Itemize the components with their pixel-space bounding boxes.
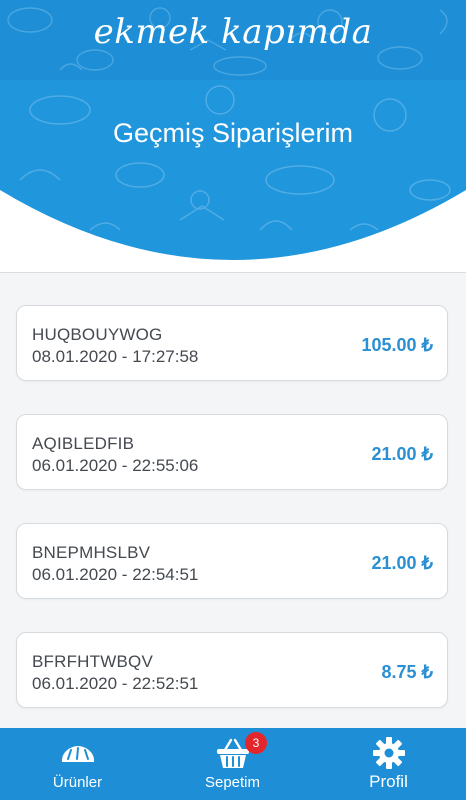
order-card[interactable]: HUQBOUYWOG 08.01.2020 - 17:27:58 105.00 …: [16, 305, 448, 381]
order-date: 08.01.2020 - 17:27:58: [32, 347, 199, 366]
gear-icon: [372, 737, 405, 769]
order-card[interactable]: BFRFHTWBQV 06.01.2020 - 22:52:51 8.75 ₺: [16, 632, 448, 708]
app-screen: ekmek kapımda Geçmiş Siparişlerim HUQBOU…: [0, 0, 466, 800]
cart-count-badge: 3: [245, 732, 267, 754]
nav-label-profile: Profil: [369, 772, 408, 791]
order-date: 06.01.2020 - 22:55:06: [32, 456, 199, 475]
bread-icon: [61, 746, 94, 762]
order-total: 21.00 ₺: [371, 553, 434, 573]
nav-label-cart: Sepetim: [204, 774, 261, 791]
order-total: 21.00 ₺: [371, 444, 434, 464]
nav-item-cart[interactable]: 3 Sepetim: [155, 728, 310, 800]
order-code: HUQBOUYWOG: [32, 325, 163, 344]
page-title: Geçmiş Siparişlerim: [112, 118, 354, 148]
order-code: BNEPMHSLBV: [32, 543, 151, 562]
order-card[interactable]: AQIBLEDFIB 06.01.2020 - 22:55:06 21.00 ₺: [16, 414, 448, 490]
brand-logo: ekmek kapımda: [93, 12, 373, 52]
nav-item-profile[interactable]: Profil: [311, 728, 466, 800]
order-card[interactable]: BNEPMHSLBV 06.01.2020 - 22:54:51 21.00 ₺: [16, 523, 448, 599]
top-bar: ekmek kapımda: [0, 0, 466, 80]
order-code: AQIBLEDFIB: [32, 434, 135, 453]
order-code: BFRFHTWBQV: [32, 652, 153, 671]
hero-banner: Geçmiş Siparişlerim: [0, 80, 466, 272]
nav-item-products[interactable]: Ürünler: [0, 728, 155, 800]
hero-background: [0, 80, 466, 260]
bottom-navigation: Ürünler 3 Sepetim Profil: [0, 728, 466, 800]
order-total: 8.75 ₺: [381, 662, 434, 682]
order-list[interactable]: HUQBOUYWOG 08.01.2020 - 17:27:58 105.00 …: [0, 273, 466, 728]
order-date: 06.01.2020 - 22:52:51: [32, 674, 199, 693]
order-date: 06.01.2020 - 22:54:51: [32, 565, 199, 584]
order-total: 105.00 ₺: [361, 335, 433, 355]
nav-label-products: Ürünler: [52, 774, 103, 791]
